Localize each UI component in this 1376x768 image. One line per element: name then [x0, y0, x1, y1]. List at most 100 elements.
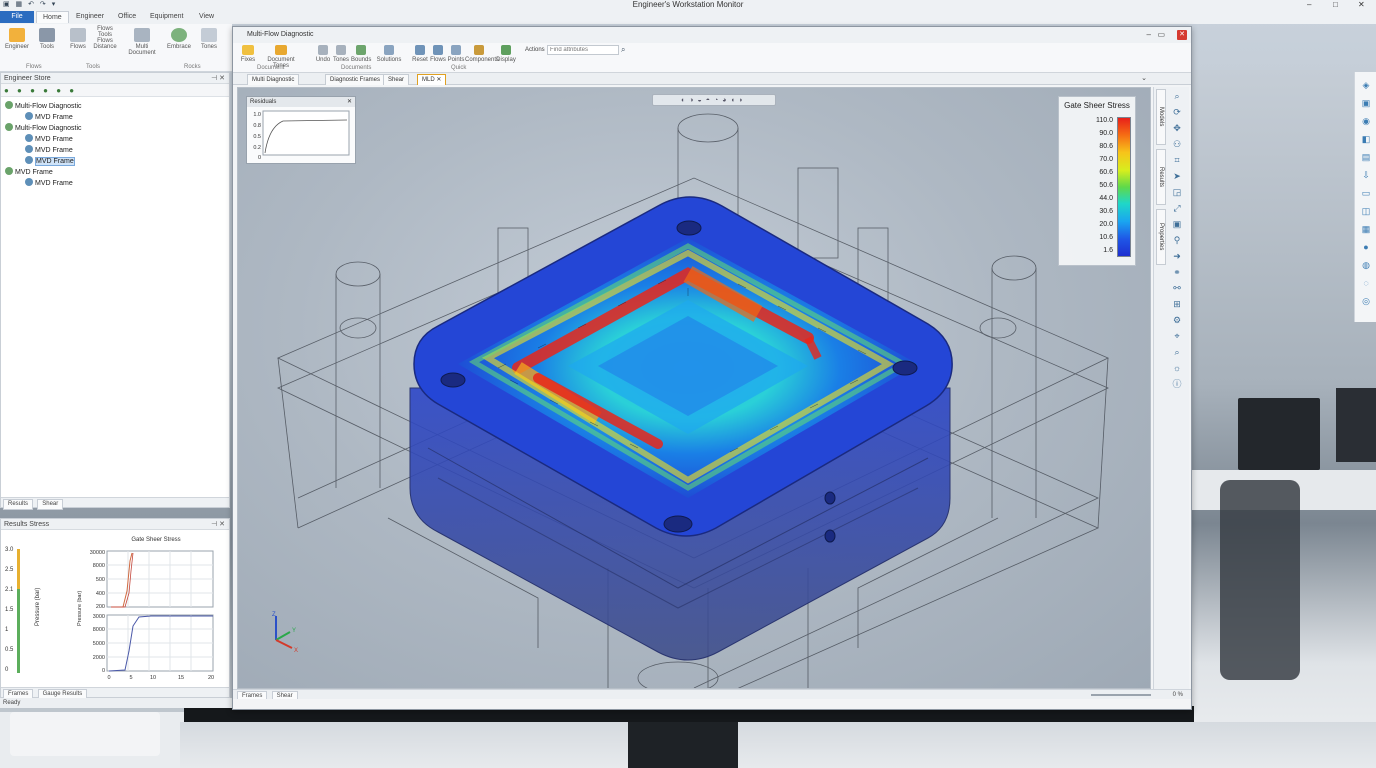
display-button[interactable]: Display	[495, 45, 517, 63]
link-icon[interactable]: ⚭	[1171, 267, 1183, 277]
tree-item[interactable]: MVD Frame	[5, 167, 53, 177]
viewport-toolbar[interactable]: ◐◑◒◓◔◕◖◗	[652, 94, 776, 106]
tool-icon[interactable]: ◉	[1360, 116, 1372, 126]
tree-item[interactable]: MVD Frame	[25, 112, 73, 122]
tab-diagnostic-frames[interactable]: Diagnostic Frames	[325, 74, 386, 85]
embrace-button[interactable]: Embrace	[164, 28, 194, 50]
search-icon[interactable]: ⌕	[621, 45, 625, 55]
panel-header: Results Stress ⊣ ✕	[1, 519, 229, 530]
maximize-button[interactable]: □	[1333, 0, 1338, 10]
tool-icon[interactable]: ◫	[1360, 206, 1372, 216]
arrow-right-icon[interactable]: ➜	[1171, 251, 1183, 261]
vtab-results[interactable]: Results	[1156, 149, 1166, 205]
flows-doc-button[interactable]: Flows	[429, 45, 447, 63]
tab-home[interactable]: Home	[36, 11, 69, 23]
arrow-icon[interactable]: ➤	[1171, 171, 1183, 181]
bounds-button[interactable]: Bounds	[351, 45, 371, 63]
light-icon[interactable]: ☼	[1171, 363, 1183, 373]
node-icon[interactable]: ⚇	[1171, 139, 1183, 149]
tool-icon[interactable]: ▣	[1360, 98, 1372, 108]
tool-icon[interactable]: ▭	[1360, 188, 1372, 198]
components-button[interactable]: Components	[465, 45, 499, 63]
tool-icon[interactable]: ▦	[1360, 224, 1372, 234]
gauge-fill-upper	[17, 549, 20, 589]
cube-icon[interactable]: ◲	[1171, 187, 1183, 197]
solutions-button[interactable]: Solutions	[375, 45, 403, 63]
flows-button[interactable]: Flows	[66, 28, 90, 50]
grid-icon[interactable]: ⊞	[1171, 299, 1183, 309]
chevron-down-icon[interactable]: ⌄	[1141, 74, 1147, 82]
points-button[interactable]: Points	[447, 45, 465, 63]
info-icon[interactable]: ⓘ	[1171, 379, 1183, 389]
node-icon	[5, 167, 13, 175]
tab-results[interactable]: Results	[3, 499, 34, 510]
settings-icon[interactable]: ⚙	[1171, 315, 1183, 325]
tab-engineer[interactable]: Engineer	[70, 11, 110, 23]
tool-icon[interactable]: ◧	[1360, 134, 1372, 144]
gauge-tick: 3.0	[5, 547, 14, 553]
pin-close-icon[interactable]: ⊣ ✕	[211, 519, 225, 530]
svg-text:Y: Y	[292, 628, 296, 634]
tool-icon[interactable]: ◍	[1360, 260, 1372, 270]
tool-icon[interactable]: ▤	[1360, 152, 1372, 162]
close-button[interactable]: ✕	[1358, 0, 1365, 10]
doc-minimize-button[interactable]: –	[1147, 27, 1151, 43]
legend-tick: 80.6	[1099, 143, 1113, 150]
fixes-button[interactable]: Fixes	[237, 45, 259, 63]
tab-mld[interactable]: MLD ✕	[417, 74, 447, 85]
tools-button[interactable]: Tools	[34, 28, 60, 50]
tab-file[interactable]: File	[0, 11, 34, 23]
tool-icon[interactable]: ⇩	[1360, 170, 1372, 180]
measure-icon[interactable]: ⌖	[1171, 331, 1183, 341]
tree-item[interactable]: MVD Frame	[25, 134, 73, 144]
undo-button[interactable]: Undo	[315, 45, 331, 63]
svg-text:0.5: 0.5	[253, 134, 261, 140]
flows-small-button[interactable]: Flows Tools Flows Distance	[92, 26, 118, 50]
tree-item[interactable]: Multi-Flow Diagnostic	[5, 123, 82, 133]
close-icon[interactable]: ✕	[347, 97, 352, 107]
search-icon[interactable]: ⌕	[1171, 347, 1183, 357]
mesh-icon[interactable]: ⌗	[1171, 155, 1183, 165]
tones-doc-button[interactable]: Tones	[333, 45, 349, 63]
tab-shear[interactable]: Shear	[37, 499, 64, 510]
tones-button[interactable]: Tones	[196, 28, 222, 50]
ribbon-tab-bar: File Home Engineer Office Equipment View	[0, 10, 1376, 24]
tool-icon[interactable]: ●	[1360, 242, 1372, 252]
explorer-toolbar[interactable]: ● ● ● ● ● ●	[1, 84, 229, 97]
section-icon[interactable]: ▣	[1171, 219, 1183, 229]
probe-icon[interactable]: ⚲	[1171, 235, 1183, 245]
vtab-models[interactable]: Models	[1156, 89, 1166, 145]
branch-icon[interactable]: ⚯	[1171, 283, 1183, 293]
zoom-slider[interactable]	[1091, 694, 1151, 696]
fit-icon[interactable]: ⤢	[1171, 203, 1183, 213]
tool-icon[interactable]: ◈	[1360, 80, 1372, 90]
tab-equipment[interactable]: Equipment	[144, 11, 189, 23]
pin-close-icon[interactable]: ⊣ ✕	[211, 73, 225, 84]
tab-multi-diagnostic[interactable]: Multi Diagnostic	[247, 74, 300, 85]
tool-icon[interactable]: ◎	[1360, 296, 1372, 306]
tree-item[interactable]: MVD Frame	[25, 145, 73, 155]
app-status-bar: Ready	[0, 698, 232, 708]
pan-icon[interactable]: ✥	[1171, 123, 1183, 133]
frame-icon	[25, 178, 33, 186]
tab-office[interactable]: Office	[112, 11, 142, 23]
vtab-properties[interactable]: Properties	[1156, 209, 1166, 265]
engineer-button[interactable]: Engineer	[2, 28, 32, 50]
rotate-icon[interactable]: ⟳	[1171, 107, 1183, 117]
tree-item[interactable]: MVD Frame	[25, 178, 73, 188]
tree-item[interactable]: Multi-Flow Diagnostic	[5, 101, 82, 111]
tree-item-selected[interactable]: MVD Frame	[25, 156, 75, 166]
minimize-button[interactable]: –	[1307, 0, 1311, 10]
multi-document-button[interactable]: Multi Document	[122, 28, 162, 56]
tool-icon[interactable]: ◌	[1360, 278, 1372, 288]
tab-shear[interactable]: Shear	[383, 74, 410, 85]
tab-view[interactable]: View	[193, 11, 220, 23]
residuals-panel[interactable]: Residuals ✕ 1.0 0.8 0.5 0.2 0	[246, 96, 356, 164]
doc-restore-button[interactable]: ▭	[1157, 27, 1165, 43]
search-input[interactable]	[547, 45, 619, 55]
doc-close-button[interactable]: ✕	[1177, 30, 1187, 40]
x-tick: 0	[107, 675, 110, 681]
3d-viewport[interactable]: ◐◑◒◓◔◕◖◗ Residuals ✕ 1.0 0.8 0.5 0.2 0 Ga…	[237, 87, 1151, 689]
zoom-icon[interactable]: ⌕	[1171, 91, 1183, 101]
reset-button[interactable]: Reset	[411, 45, 429, 63]
